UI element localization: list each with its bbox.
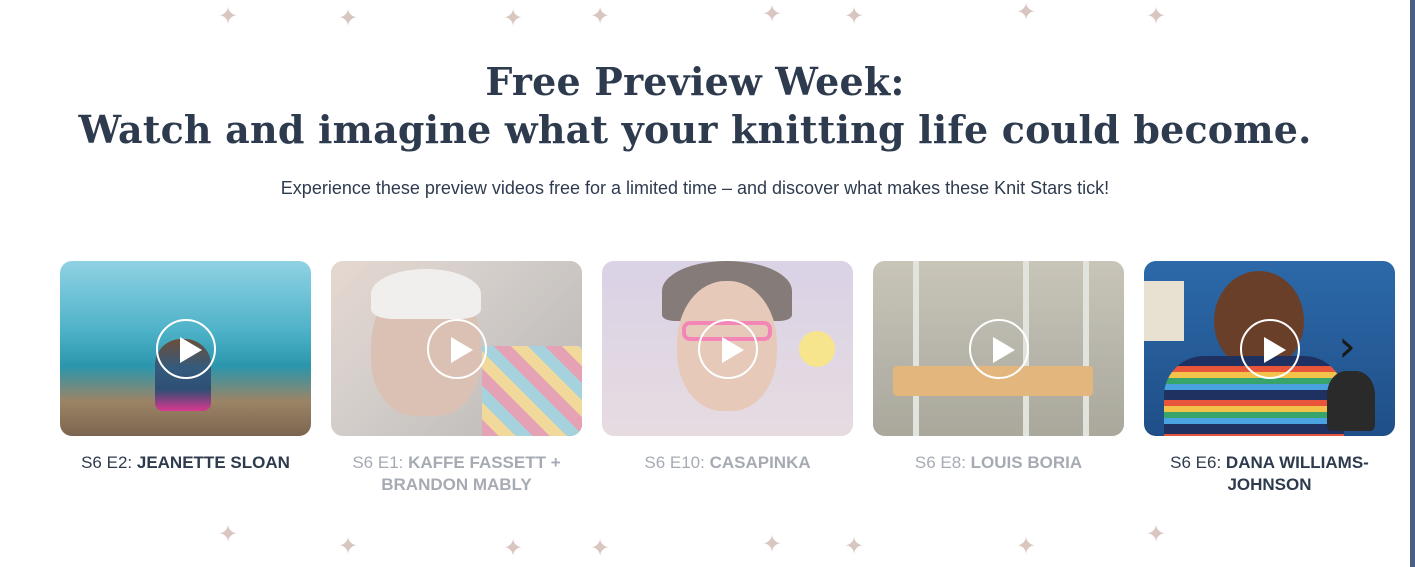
episode-label: S6 E8: bbox=[914, 453, 971, 472]
sparkle-icon: ✦ bbox=[1016, 0, 1037, 26]
sparkle-icon: ✦ bbox=[762, 0, 783, 28]
video-thumbnail[interactable] bbox=[60, 261, 311, 436]
star-name-line-2: BRANDON MABLY bbox=[381, 475, 532, 494]
sparkle-icon: ✦ bbox=[1146, 520, 1167, 548]
star-name: JEANETTE SLOAN bbox=[136, 453, 290, 472]
star-name: DANA WILLIAMS- bbox=[1225, 453, 1369, 472]
video-card-casapinka[interactable]: S6 E10: CASAPINKA bbox=[602, 261, 853, 474]
star-name: KAFFE FASSETT + bbox=[408, 453, 561, 472]
sparkle-icon: ✦ bbox=[218, 520, 239, 548]
page-title-line-2: Watch and imagine what your knitting lif… bbox=[78, 107, 1312, 152]
sparkle-icon: ✦ bbox=[590, 534, 611, 562]
video-caption[interactable]: S6 E6: DANA WILLIAMS- JOHNSON bbox=[1144, 452, 1395, 496]
video-card-jeanette-sloan[interactable]: S6 E2: JEANETTE SLOAN bbox=[60, 261, 311, 474]
page-title-line-1: Free Preview Week: bbox=[485, 59, 905, 104]
video-caption[interactable]: S6 E1: KAFFE FASSETT + BRANDON MABLY bbox=[331, 452, 582, 496]
video-caption[interactable]: S6 E10: CASAPINKA bbox=[602, 452, 853, 474]
episode-label: S6 E10: bbox=[644, 453, 710, 472]
page-title: Free Preview Week: Watch and imagine wha… bbox=[0, 58, 1390, 154]
sparkle-icon: ✦ bbox=[338, 4, 359, 32]
episode-label: S6 E1: bbox=[352, 453, 409, 472]
sparkle-icon: ✦ bbox=[503, 534, 524, 562]
video-thumbnail[interactable] bbox=[331, 261, 582, 436]
sparkle-icon: ✦ bbox=[218, 2, 239, 30]
episode-label: S6 E6: bbox=[1170, 453, 1226, 472]
play-icon[interactable] bbox=[697, 318, 758, 379]
right-edge-rule bbox=[1410, 0, 1415, 567]
star-name: CASAPINKA bbox=[709, 453, 811, 472]
page-subtitle: Experience these preview videos free for… bbox=[280, 178, 1110, 198]
video-carousel: S6 E2: JEANETTE SLOAN S6 E1: KAFFE FASSE… bbox=[60, 261, 1400, 521]
sparkle-icon: ✦ bbox=[762, 530, 783, 558]
video-caption[interactable]: S6 E8: LOUIS BORIA bbox=[873, 452, 1124, 474]
video-thumbnail[interactable] bbox=[602, 261, 853, 436]
sparkle-icon: ✦ bbox=[1146, 2, 1167, 30]
chevron-right-icon[interactable]: › bbox=[1330, 325, 1364, 369]
star-name: LOUIS BORIA bbox=[970, 453, 1083, 472]
play-icon[interactable] bbox=[426, 318, 487, 379]
play-icon[interactable] bbox=[155, 318, 216, 379]
sparkle-icon: ✦ bbox=[844, 532, 865, 560]
video-card-louis-boria[interactable]: S6 E8: LOUIS BORIA bbox=[873, 261, 1124, 474]
video-caption[interactable]: S6 E2: JEANETTE SLOAN bbox=[60, 452, 311, 474]
sparkle-icon: ✦ bbox=[1016, 532, 1037, 560]
episode-label: S6 E2: bbox=[81, 453, 137, 472]
sparkle-icon: ✦ bbox=[590, 2, 611, 30]
star-name-line-2: JOHNSON bbox=[1227, 475, 1312, 494]
sparkle-icon: ✦ bbox=[338, 532, 359, 560]
sparkle-icon: ✦ bbox=[503, 4, 524, 32]
play-icon[interactable] bbox=[1239, 318, 1300, 379]
play-icon[interactable] bbox=[968, 318, 1029, 379]
video-card-dana-williams-johnson[interactable]: S6 E6: DANA WILLIAMS- JOHNSON bbox=[1144, 261, 1395, 496]
video-thumbnail[interactable] bbox=[873, 261, 1124, 436]
sparkle-icon: ✦ bbox=[844, 2, 865, 30]
video-card-kaffe-fassett-brandon-mably[interactable]: S6 E1: KAFFE FASSETT + BRANDON MABLY bbox=[331, 261, 582, 496]
